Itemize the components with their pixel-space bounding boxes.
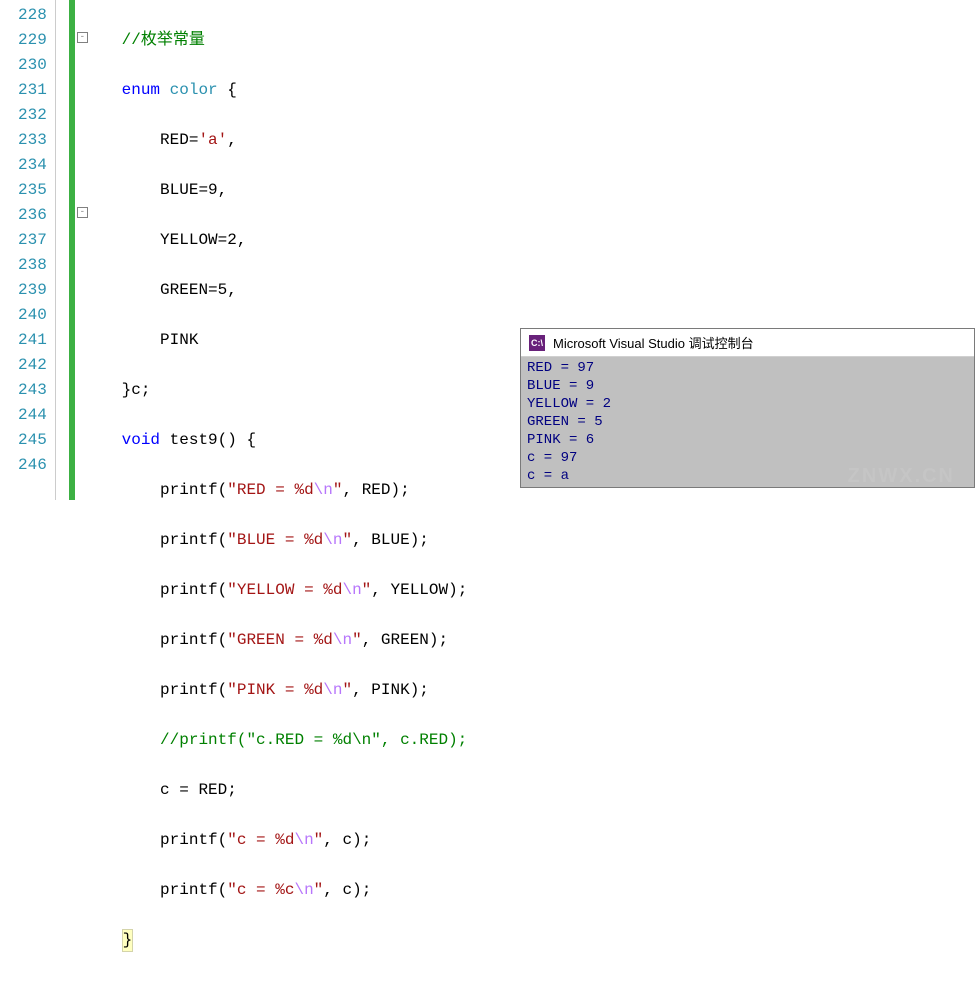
brace-highlight: } [122,929,134,952]
line-number: 230 [18,53,47,78]
printf-call: printf [160,531,218,549]
printf-call: printf [160,481,218,499]
line-number: 239 [18,278,47,303]
function-name: test9 [160,431,218,449]
line-number: 237 [18,228,47,253]
keyword-enum: enum [122,81,160,99]
fold-toggle-icon[interactable]: - [77,32,88,43]
enum-member: RED= [160,131,198,149]
line-number: 231 [18,78,47,103]
console-line: YELLOW = 2 [527,395,968,413]
line-number: 228 [18,3,47,28]
debug-console-window[interactable]: C:\ Microsoft Visual Studio 调试控制台 RED = … [520,328,975,488]
line-number-gutter: 228 229 230 231 232 233 234 235 236 237 … [0,0,55,500]
brace: }c; [122,381,151,399]
enum-member: YELLOW=2, [160,231,246,249]
printf-call: printf [160,631,218,649]
code-area[interactable]: //枚举常量 enum color { RED='a', BLUE=9, YEL… [91,0,467,500]
type-name: color [160,81,218,99]
comment: //枚举常量 [122,31,205,49]
console-line: BLUE = 9 [527,377,968,395]
comma: , [227,131,237,149]
fold-margin: - - [75,0,91,500]
console-line: RED = 97 [527,359,968,377]
console-line: GREEN = 5 [527,413,968,431]
line-number: 235 [18,178,47,203]
line-number: 229 [18,28,47,53]
line-number: 244 [18,403,47,428]
line-number: 243 [18,378,47,403]
enum-member: GREEN=5, [160,281,237,299]
line-number: 245 [18,428,47,453]
console-line: PINK = 6 [527,431,968,449]
printf-call: printf [160,881,218,899]
line-number: 233 [18,128,47,153]
vs-icon: C:\ [529,335,545,351]
watermark: ZNWX.CN [848,465,955,488]
comment: //printf("c.RED = %d\n", c.RED); [160,731,467,749]
paren: () { [218,431,256,449]
line-number: 242 [18,353,47,378]
fold-toggle-icon[interactable]: - [77,207,88,218]
printf-call: printf [160,581,218,599]
line-number: 246 [18,453,47,478]
enum-member: BLUE=9, [160,181,227,199]
brace: { [218,81,237,99]
enum-member: PINK [160,331,198,349]
printf-call: printf [160,831,218,849]
line-number: 238 [18,253,47,278]
assignment: c = RED; [160,781,237,799]
keyword-void: void [122,431,160,449]
line-number: 232 [18,103,47,128]
line-number: 236 [18,203,47,228]
printf-call: printf [160,681,218,699]
line-number: 240 [18,303,47,328]
indicator-margin [55,0,69,500]
line-number: 234 [18,153,47,178]
console-title: Microsoft Visual Studio 调试控制台 [553,333,754,352]
console-titlebar[interactable]: C:\ Microsoft Visual Studio 调试控制台 [521,329,974,357]
char-literal: 'a' [198,131,227,149]
line-number: 241 [18,328,47,353]
